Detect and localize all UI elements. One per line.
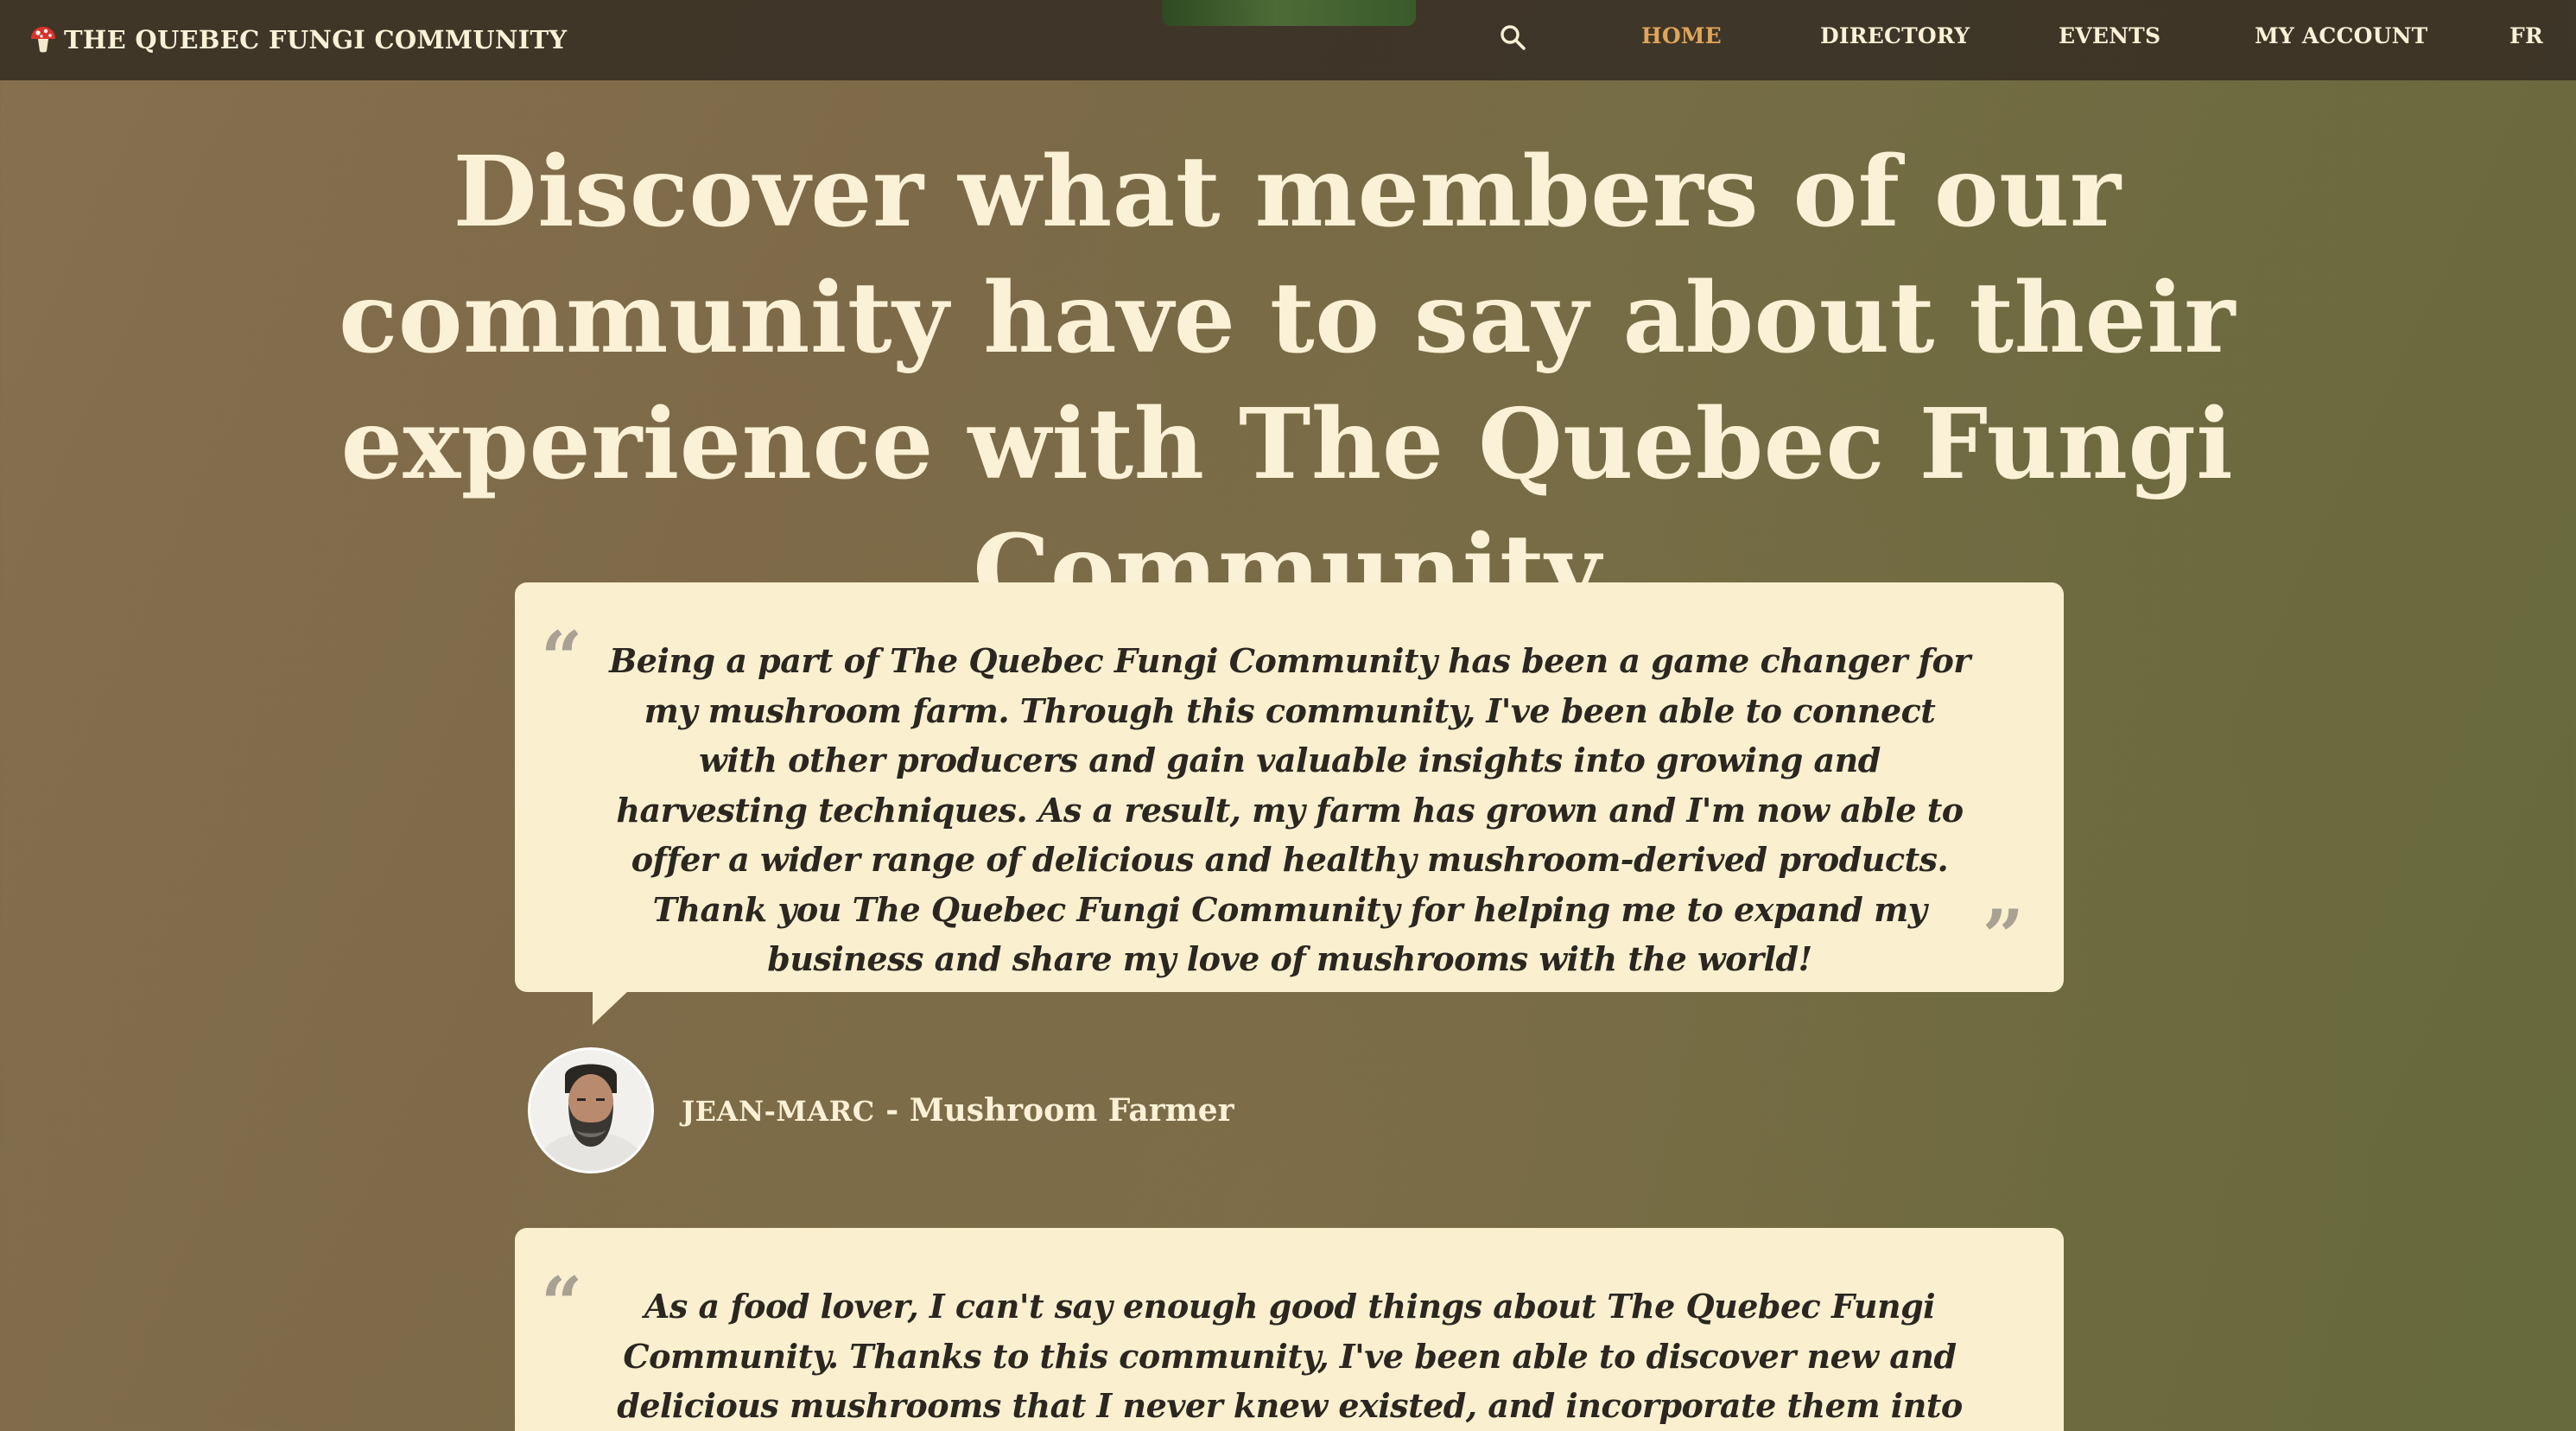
page-headline: Discover what members of our community h… xyxy=(339,136,2236,627)
brand-link[interactable]: THE QUEBEC FUNGI COMMUNITY xyxy=(28,19,567,60)
author-separator: - xyxy=(874,1092,910,1129)
nav-home[interactable]: HOME xyxy=(1641,19,1722,54)
testimonial-author: JEAN-MARC - Mushroom Farmer xyxy=(528,1047,1234,1173)
top-navbar: THE QUEBEC FUNGI COMMUNITY HOME DIRECTOR… xyxy=(0,0,2576,80)
brand-label: THE QUEBEC FUNGI COMMUNITY xyxy=(64,25,568,54)
search-icon xyxy=(1499,23,1528,56)
nav-events[interactable]: EVENTS xyxy=(2059,19,2160,54)
mushroom-icon xyxy=(28,24,59,55)
author-credit: JEAN-MARC - Mushroom Farmer xyxy=(682,1092,1234,1129)
nav-directory[interactable]: DIRECTORY xyxy=(1820,19,1970,54)
avatar xyxy=(528,1047,654,1173)
speech-bubble-tail xyxy=(593,990,629,1025)
testimonial-quote: As a food lover, I can't say enough good… xyxy=(617,1287,1963,1425)
search-button[interactable] xyxy=(1493,19,1534,60)
testimonial-quote: Being a part of The Quebec Fungi Communi… xyxy=(609,641,1970,978)
close-quote-icon: ” xyxy=(1982,894,2024,979)
author-name: JEAN-MARC xyxy=(682,1095,875,1128)
language-toggle-fr[interactable]: FR xyxy=(2509,19,2543,54)
hero-image-strip xyxy=(1162,0,1416,26)
nav-my-account[interactable]: MY ACCOUNT xyxy=(2255,19,2427,54)
open-quote-icon: “ xyxy=(541,615,583,701)
author-role: Mushroom Farmer xyxy=(909,1092,1234,1129)
open-quote-icon: “ xyxy=(541,1261,583,1346)
testimonial-card: “ Being a part of The Quebec Fungi Commu… xyxy=(515,582,2064,1025)
testimonial-card: “ As a food lover, I can't say enough go… xyxy=(515,1228,2064,1431)
